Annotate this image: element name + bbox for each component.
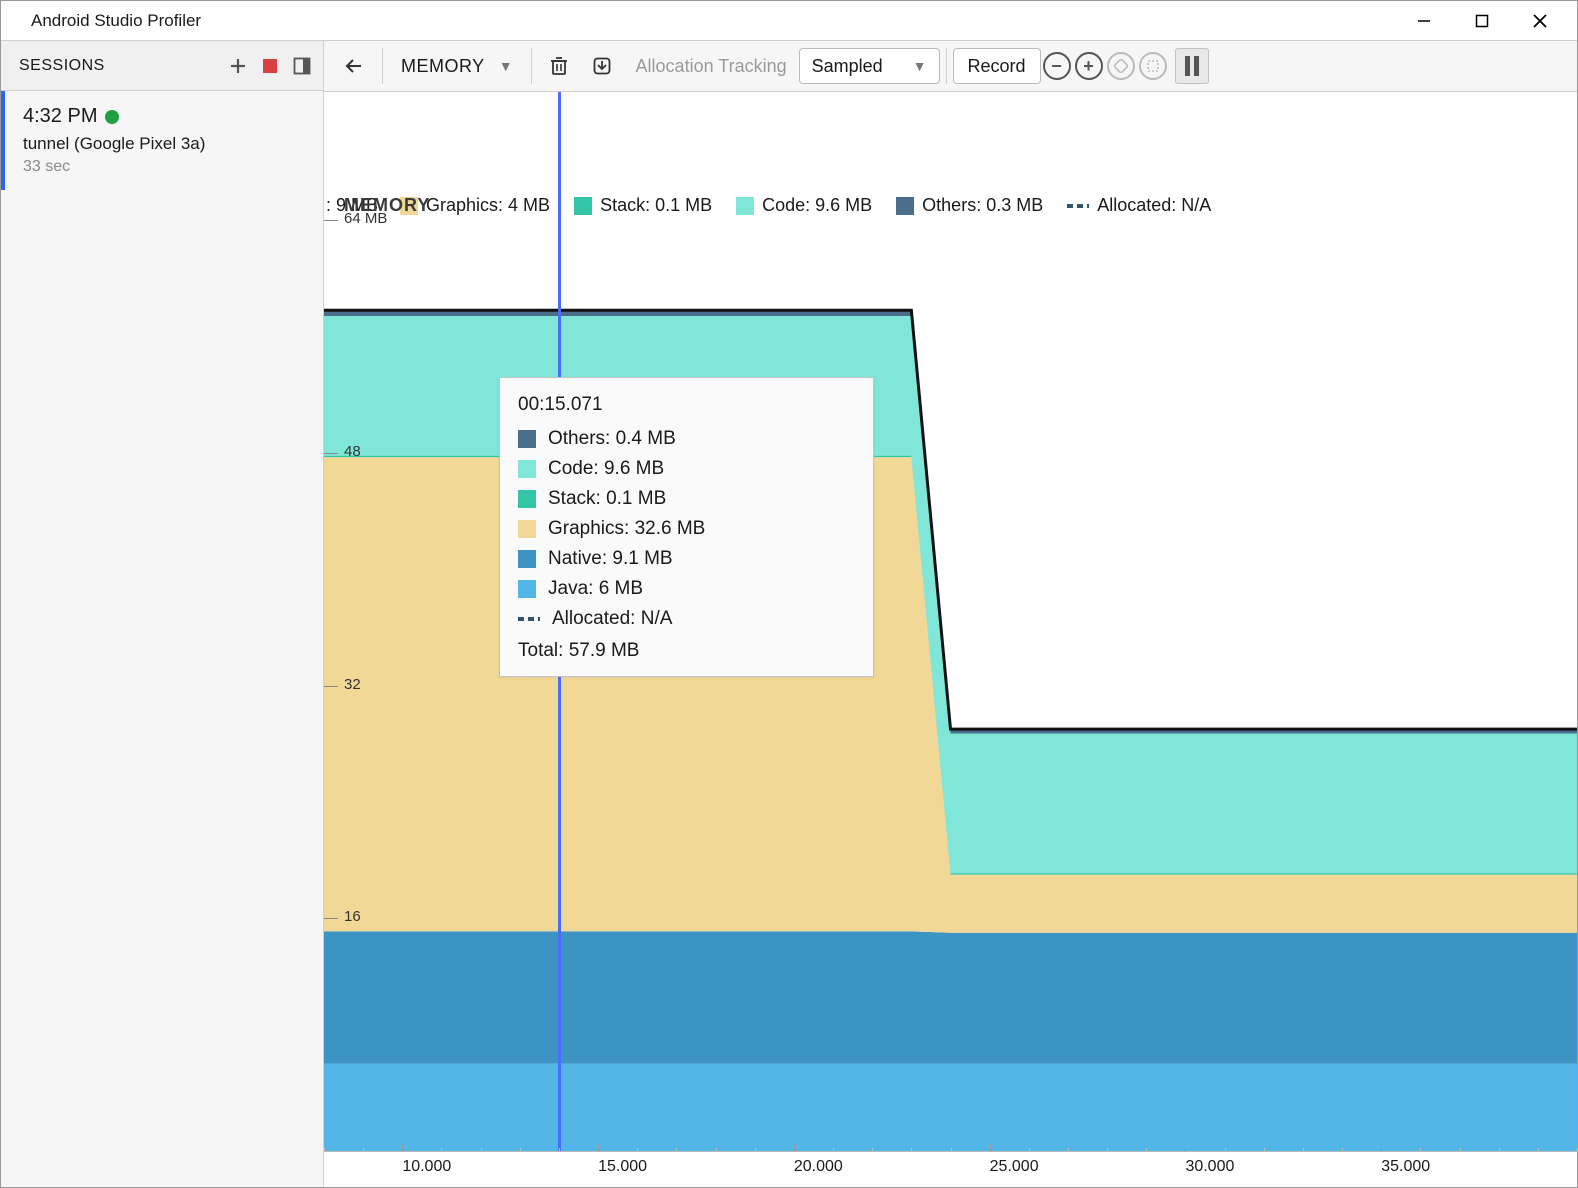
x-tick-label: 10.000: [402, 1158, 451, 1176]
profiler-toolbar: MEMORY ▼ Allocation Tracking Sampled ▼ R…: [324, 41, 1577, 92]
toolbar-separator: [531, 48, 532, 84]
zoom-selection-button[interactable]: [1139, 52, 1167, 80]
chevron-down-icon: ▼: [913, 58, 927, 74]
session-item[interactable]: 4:32 PM tunnel (Google Pixel 3a) 33 sec: [1, 91, 323, 190]
gc-button[interactable]: [538, 47, 580, 85]
heap-dump-button[interactable]: [580, 47, 624, 85]
window-titlebar: Android Studio Profiler: [1, 1, 1577, 41]
chart-tooltip: 00:15.071 Others: 0.4 MB Code: 9.6 MB St…: [499, 377, 874, 677]
y-tick-label: 32: [344, 676, 361, 693]
x-tick-label: 30.000: [1185, 1158, 1234, 1176]
session-device: tunnel (Google Pixel 3a): [23, 134, 305, 154]
profiler-view-dropdown[interactable]: MEMORY ▼: [389, 56, 525, 77]
zoom-in-button[interactable]: +: [1075, 52, 1103, 80]
memory-legend: : 9 MB Graphics: 4 MB Stack: 0.1 MB Code…: [324, 195, 1577, 216]
live-pause-button[interactable]: [1175, 48, 1209, 84]
allocation-tracking-label: Allocation Tracking: [624, 47, 799, 85]
dash-icon: [1067, 204, 1089, 208]
sessions-panel: SESSIONS 4:32 PM tunnel (Google Pixel 3a…: [1, 41, 324, 1187]
pause-icon: [1194, 56, 1199, 76]
legend-item-allocated: Allocated: N/A: [1067, 195, 1211, 216]
chart-x-axis: 10.000 15.000 20.000 25.000 30.000 35.000: [324, 1151, 1577, 1187]
profiler-view-label: MEMORY: [401, 56, 485, 77]
record-button[interactable]: Record: [953, 48, 1041, 84]
sessions-header: SESSIONS: [1, 41, 323, 91]
tooltip-row-stack: Stack: 0.1 MB: [518, 488, 855, 510]
session-time: 4:32 PM: [23, 105, 97, 128]
y-tick-label: 48: [344, 443, 361, 460]
x-tick-label: 20.000: [794, 1158, 843, 1176]
session-active-dot-icon: [105, 110, 119, 124]
record-label: Record: [968, 56, 1026, 77]
zoom-reset-button[interactable]: [1107, 52, 1135, 80]
legend-item-stack: Stack: 0.1 MB: [574, 195, 712, 216]
x-tick-label: 15.000: [598, 1158, 647, 1176]
tooltip-row-code: Code: 9.6 MB: [518, 458, 855, 480]
window-maximize-button[interactable]: [1453, 1, 1511, 41]
allocation-mode-select[interactable]: Sampled ▼: [799, 48, 940, 84]
tooltip-row-others: Others: 0.4 MB: [518, 428, 855, 450]
profiler-main: MEMORY ▼ Allocation Tracking Sampled ▼ R…: [324, 41, 1577, 1187]
tooltip-row-graphics: Graphics: 32.6 MB: [518, 518, 855, 540]
tooltip-time: 00:15.071: [518, 394, 855, 416]
stop-session-icon[interactable]: [257, 53, 283, 79]
x-tick-label: 25.000: [990, 1158, 1039, 1176]
chart-area-java: [324, 1064, 1577, 1151]
legend-item-others: Others: 0.3 MB: [896, 195, 1043, 216]
legend-item-code: Code: 9.6 MB: [736, 195, 872, 216]
zoom-out-button[interactable]: −: [1043, 52, 1071, 80]
y-tick-label: 16: [344, 908, 361, 925]
memory-chart[interactable]: : 9 MB Graphics: 4 MB Stack: 0.1 MB Code…: [324, 92, 1577, 1187]
window-close-button[interactable]: [1511, 1, 1569, 41]
allocation-mode-value: Sampled: [812, 56, 883, 77]
sessions-title: SESSIONS: [19, 57, 105, 75]
tooltip-row-allocated: Allocated: N/A: [518, 608, 855, 630]
x-tick-label: 35.000: [1381, 1158, 1430, 1176]
session-elapsed: 33 sec: [23, 158, 305, 176]
chevron-down-icon: ▼: [499, 58, 513, 74]
tooltip-row-native: Native: 9.1 MB: [518, 548, 855, 570]
add-session-icon[interactable]: [225, 53, 251, 79]
back-button[interactable]: [332, 47, 376, 85]
toolbar-separator: [946, 48, 947, 84]
tooltip-row-java: Java: 6 MB: [518, 578, 855, 600]
chart-area-native: [324, 931, 1577, 1063]
toolbar-separator: [382, 48, 383, 84]
panel-layout-icon[interactable]: [289, 53, 315, 79]
window-title: Android Studio Profiler: [31, 11, 201, 31]
pause-icon: [1185, 56, 1190, 76]
tooltip-total: Total: 57.9 MB: [518, 640, 855, 662]
y-tick-label: 64 MB: [344, 210, 387, 227]
window-minimize-button[interactable]: [1395, 1, 1453, 41]
